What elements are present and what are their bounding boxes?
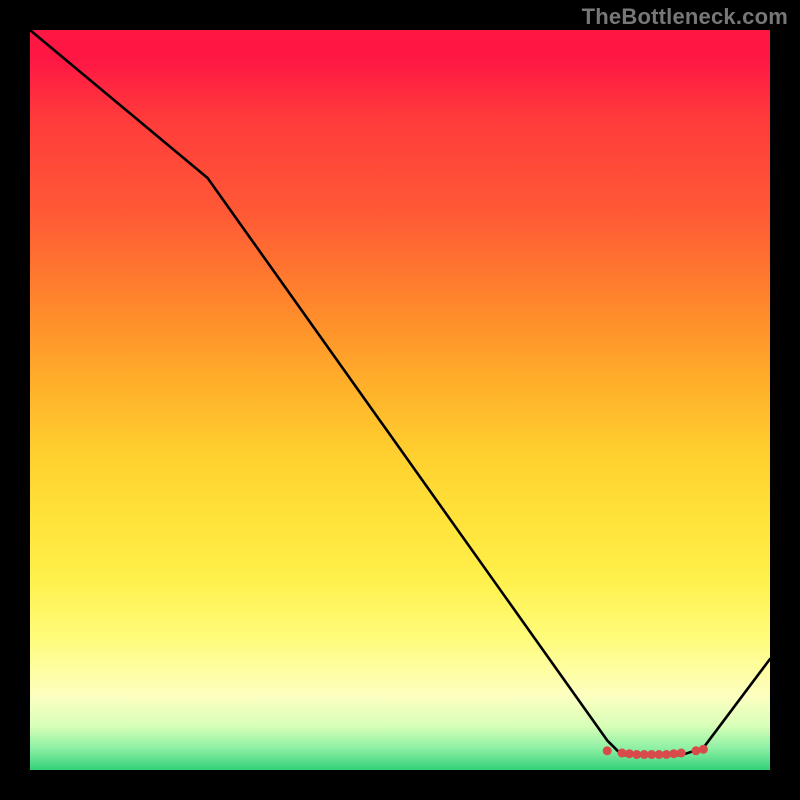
optimal-marker [603,746,612,755]
optimal-marker [699,745,708,754]
chart-gradient-area [30,30,770,770]
bottleneck-curve-line [30,30,770,755]
optimal-marker [692,746,701,755]
optimal-marker [677,749,686,758]
chart-frame: TheBottleneck.com [0,0,800,800]
watermark-text: TheBottleneck.com [582,4,788,30]
optimal-range-markers [603,745,708,759]
chart-overlay-svg [30,30,770,770]
